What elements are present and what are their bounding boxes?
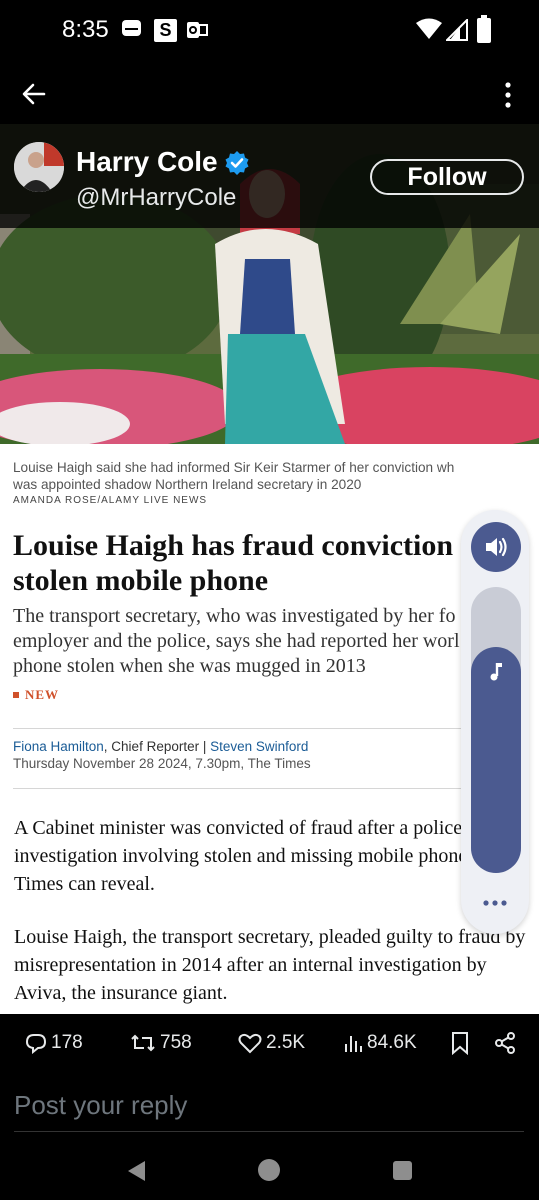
signal-icon xyxy=(446,19,468,41)
caption-line: Louise Haigh said she had informed Sir K… xyxy=(13,460,455,475)
standfirst-line: phone stolen when she was mugged in 2013 xyxy=(13,655,366,677)
reply-input[interactable]: Post your reply xyxy=(14,1090,187,1121)
new-tag: NEW xyxy=(13,687,59,703)
divider xyxy=(13,788,473,789)
author-name[interactable]: Harry Cole xyxy=(76,146,218,178)
article-paragraph: A Cabinet minister was convicted of frau… xyxy=(14,817,516,895)
mail-icon xyxy=(122,20,141,36)
article-paragraph: Louise Haigh, the transport secretary, p… xyxy=(14,926,526,1004)
byline: Fiona Hamilton, Chief Reporter | Steven … xyxy=(13,739,308,754)
article-headline: Louise Haigh has fraud conviction o stol… xyxy=(13,528,473,598)
speaker-icon xyxy=(486,537,507,557)
share-button[interactable] xyxy=(493,1030,517,1056)
s-app-icon: S xyxy=(154,19,177,42)
views-icon xyxy=(345,1036,362,1052)
heart-icon xyxy=(238,1033,262,1054)
divider xyxy=(13,728,473,729)
photo-caption: Louise Haigh said she had informed Sir K… xyxy=(13,459,463,493)
byline-author-link: Steven Swinford xyxy=(210,739,309,754)
byline-author-link: Fiona Hamilton xyxy=(13,739,104,754)
reply-underline xyxy=(14,1131,524,1132)
like-count: 2.5K xyxy=(266,1032,306,1053)
avatar[interactable] xyxy=(14,142,64,192)
standfirst-line: employer and the police, says she had re… xyxy=(13,630,460,652)
photo-credit: AMANDA ROSE/ALAMY LIVE NEWS xyxy=(13,495,208,506)
caption-line: was appointed shadow Northern Ireland se… xyxy=(13,477,362,492)
nav-home-icon[interactable] xyxy=(258,1159,280,1181)
byline-role: , Chief Reporter | xyxy=(103,739,211,754)
speaker-button[interactable] xyxy=(471,522,521,572)
verified-badge-icon xyxy=(225,151,249,175)
standfirst-line: The transport secretary, who was investi… xyxy=(13,605,456,627)
volume-slider-fill xyxy=(471,647,521,873)
repost-count: 758 xyxy=(160,1032,192,1053)
app-bar xyxy=(0,62,539,124)
bookmark-button[interactable] xyxy=(450,1030,470,1056)
bookmark-icon xyxy=(452,1032,468,1055)
nav-back-icon[interactable] xyxy=(127,1160,147,1182)
reply-icon xyxy=(25,1034,47,1054)
headline-line: stolen mobile phone xyxy=(13,564,269,597)
repost-icon xyxy=(131,1034,155,1052)
headline-line: Louise Haigh has fraud conviction o xyxy=(13,529,473,562)
volume-panel xyxy=(461,510,529,934)
repost-button[interactable]: 758 xyxy=(130,1030,192,1056)
views-button[interactable]: 84.6K xyxy=(343,1030,417,1056)
author-handle[interactable]: @MrHarryCole xyxy=(76,184,236,212)
reply-count: 178 xyxy=(51,1032,83,1053)
follow-button[interactable]: Follow xyxy=(370,159,524,195)
reply-button[interactable]: 178 xyxy=(25,1030,83,1056)
battery-icon xyxy=(477,15,491,43)
share-icon xyxy=(495,1032,515,1054)
more-horizontal-icon[interactable] xyxy=(481,898,509,908)
outlook-icon xyxy=(187,22,208,38)
like-button[interactable]: 2.5K xyxy=(238,1030,305,1056)
music-note-icon xyxy=(490,663,502,681)
nav-recents-icon[interactable] xyxy=(393,1161,412,1180)
volume-slider[interactable] xyxy=(471,587,521,873)
article-standfirst: The transport secretary, who was investi… xyxy=(13,604,473,679)
post-media[interactable]: Harry Cole @MrHarryCole Follow Louise Ha… xyxy=(0,124,539,1014)
dateline: Thursday November 28 2024, 7.30pm, The T… xyxy=(13,756,311,771)
post-actions: 178 758 2.5K 84.6K xyxy=(0,1014,539,1074)
clock: 8:35 xyxy=(62,16,109,43)
views-count: 84.6K xyxy=(367,1032,417,1053)
more-vertical-icon[interactable] xyxy=(500,82,516,108)
back-arrow-icon[interactable] xyxy=(20,80,48,108)
wifi-icon xyxy=(416,18,442,39)
status-bar: 8:35 S xyxy=(0,0,539,62)
